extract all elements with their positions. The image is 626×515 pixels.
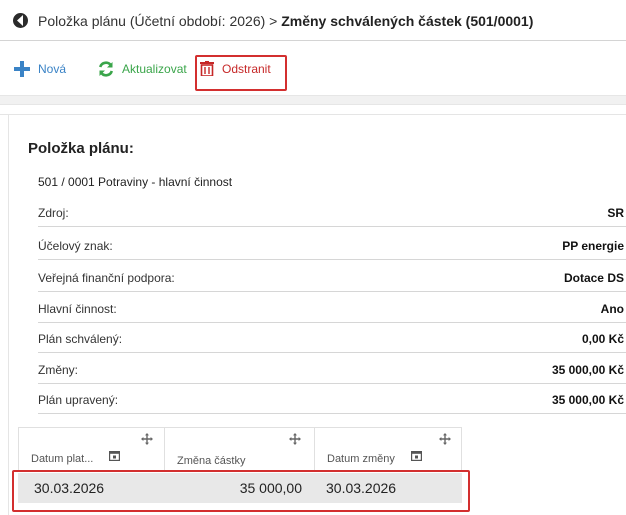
property-row-changes: Změny: 35 000,00 Kč bbox=[38, 356, 626, 384]
column-header-label: Datum plat... bbox=[31, 453, 94, 465]
calendar-icon[interactable] bbox=[109, 450, 120, 461]
property-row-source: Zdroj: SR bbox=[38, 199, 626, 227]
title-bar: Položka plánu (Účetní období: 2026) > Zm… bbox=[0, 0, 626, 41]
back-icon[interactable] bbox=[13, 13, 28, 28]
property-row-main-activity: Hlavní činnost: Ano bbox=[38, 295, 626, 323]
drag-move-icon[interactable] bbox=[141, 433, 153, 445]
toolbar: Nová Aktualizovat Odstranit bbox=[0, 41, 626, 93]
refresh-button-label: Aktualizovat bbox=[122, 62, 187, 76]
new-button-label: Nová bbox=[38, 62, 67, 76]
new-button[interactable]: Nová bbox=[14, 61, 66, 77]
property-label: Plán schválený: bbox=[38, 332, 123, 346]
property-value: 0,00 Kč bbox=[581, 332, 624, 346]
property-value: Ano bbox=[600, 302, 624, 316]
title-bold: Změny schválených částek (501/0001) bbox=[281, 13, 534, 29]
grid-header: Datum plat... Změna částky Datum změny bbox=[18, 427, 463, 472]
title-prefix: Položka plánu (Účetní období: 2026) > bbox=[38, 13, 282, 29]
property-label: Plán upravený: bbox=[38, 393, 119, 407]
property-label: Změny: bbox=[38, 363, 79, 377]
property-row-adjusted-plan: Plán upravený: 35 000,00 Kč bbox=[38, 386, 626, 414]
column-header-label: Změna částky bbox=[177, 455, 246, 467]
plus-icon bbox=[14, 61, 30, 77]
refresh-icon bbox=[98, 61, 114, 77]
property-label: Veřejná finanční podpora: bbox=[38, 271, 175, 285]
property-value: 35 000,00 Kč bbox=[551, 363, 624, 377]
separator-band bbox=[0, 95, 626, 105]
property-value: SR bbox=[607, 206, 624, 220]
refresh-button[interactable]: Aktualizovat bbox=[98, 61, 187, 77]
property-label: Zdroj: bbox=[38, 206, 69, 220]
property-value: PP energie bbox=[562, 239, 624, 253]
row-highlight bbox=[12, 470, 470, 512]
card-left-border bbox=[8, 114, 9, 515]
delete-button-highlight bbox=[195, 55, 287, 91]
property-label: Hlavní činnost: bbox=[38, 302, 117, 316]
drag-move-icon[interactable] bbox=[439, 433, 451, 445]
drag-move-icon[interactable] bbox=[289, 433, 301, 445]
property-value: Dotace DS bbox=[563, 271, 624, 285]
column-header-label: Datum změny bbox=[327, 453, 395, 465]
property-label: Účelový znak: bbox=[38, 239, 113, 253]
column-header-amount-change[interactable]: Změna částky bbox=[165, 428, 315, 472]
plan-item-id: 501 / 0001 Potraviny - hlavní činnost bbox=[38, 175, 233, 189]
page-title: Položka plánu (Účetní období: 2026) > Zm… bbox=[38, 13, 533, 29]
column-header-valid-date[interactable]: Datum plat... bbox=[19, 428, 165, 472]
card-top-border bbox=[0, 114, 626, 115]
property-row-purpose-code: Účelový znak: PP energie bbox=[38, 232, 626, 260]
calendar-icon[interactable] bbox=[411, 450, 422, 461]
property-value: 35 000,00 Kč bbox=[551, 393, 624, 407]
property-row-approved-plan: Plán schválený: 0,00 Kč bbox=[38, 325, 626, 353]
column-header-change-date[interactable]: Datum změny bbox=[315, 428, 463, 472]
property-row-public-support: Veřejná finanční podpora: Dotace DS bbox=[38, 264, 626, 292]
section-title: Položka plánu: bbox=[28, 140, 134, 157]
